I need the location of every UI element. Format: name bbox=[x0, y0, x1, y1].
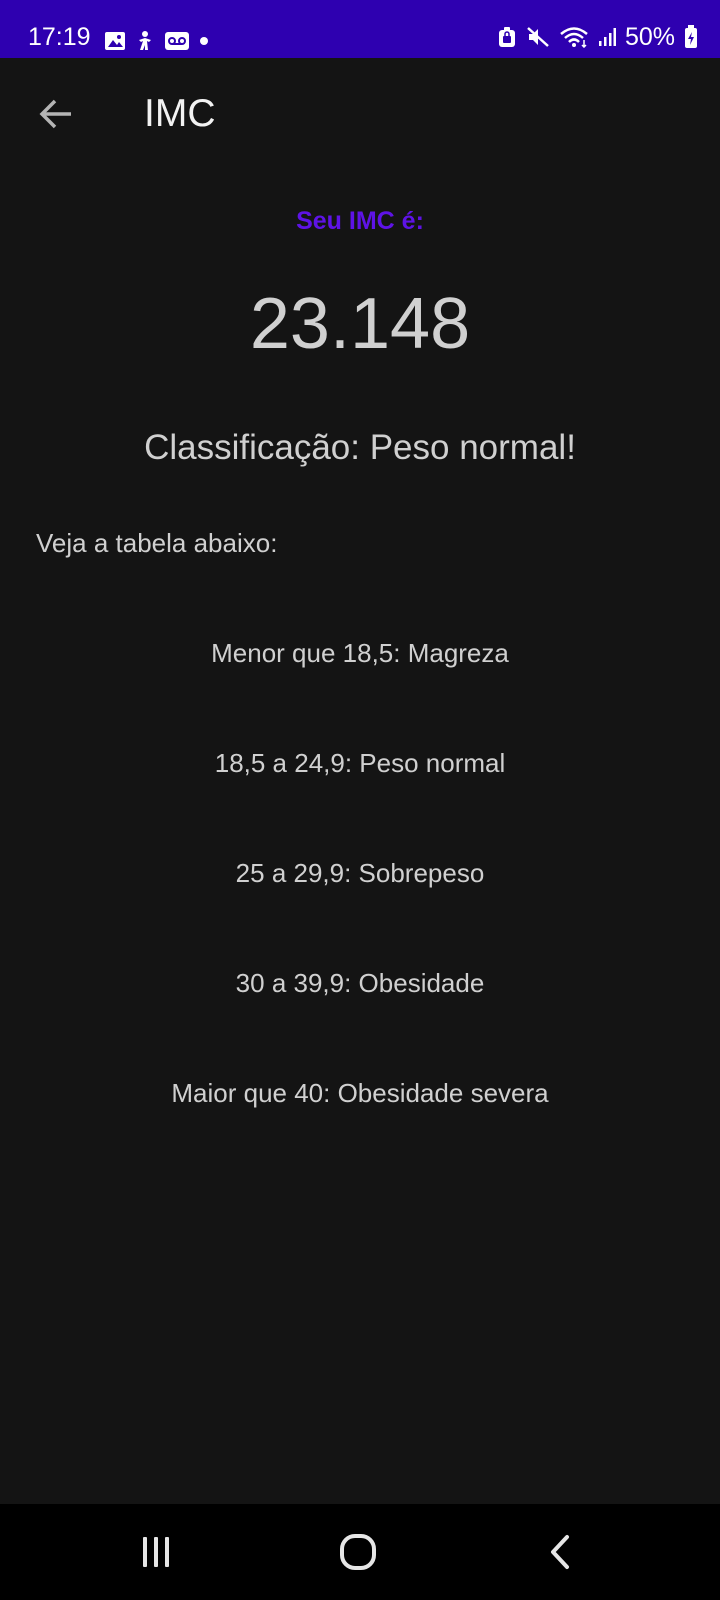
table-row: 25 a 29,9: Sobrepeso bbox=[235, 858, 485, 888]
page-title: IMC bbox=[144, 92, 216, 135]
recents-button[interactable] bbox=[126, 1524, 186, 1580]
app-bar: IMC bbox=[0, 58, 720, 172]
classification-text: Classificação: Peso normal! bbox=[144, 428, 576, 467]
imc-label: Seu IMC é: bbox=[296, 207, 424, 235]
image-icon bbox=[104, 31, 126, 51]
voicemail-icon bbox=[164, 31, 190, 51]
imc-result-screen: 17:19 50% IMC Seu IMC é: 23.148 Classifi… bbox=[0, 0, 720, 1600]
status-notification-icons bbox=[104, 28, 209, 54]
recents-icon bbox=[138, 1535, 174, 1569]
home-button[interactable] bbox=[328, 1524, 388, 1580]
table-row: Maior que 40: Obesidade severa bbox=[171, 1078, 549, 1108]
status-system-icons: 50% bbox=[497, 22, 698, 52]
battery-percentage: 50% bbox=[624, 23, 675, 51]
system-navigation-bar bbox=[0, 1504, 720, 1600]
table-row: 18,5 a 24,9: Peso normal bbox=[214, 748, 506, 778]
mute-icon bbox=[526, 26, 550, 48]
battery-icon bbox=[684, 25, 698, 49]
signal-icon bbox=[598, 27, 616, 47]
arrow-back-icon bbox=[38, 96, 74, 132]
imc-value: 23.148 bbox=[249, 284, 471, 364]
notification-dot-icon bbox=[199, 36, 209, 46]
back-button[interactable] bbox=[28, 86, 84, 142]
table-row: Menor que 18,5: Magreza bbox=[211, 638, 509, 668]
table-intro: Veja a tabela abaixo: bbox=[36, 528, 278, 558]
status-time: 17:19 bbox=[28, 23, 91, 51]
lock-battery-icon bbox=[497, 26, 517, 48]
status-bar: 17:19 50% bbox=[0, 0, 720, 58]
accessibility-icon bbox=[135, 30, 155, 52]
table-row: 30 a 39,9: Obesidade bbox=[235, 968, 485, 998]
system-back-button[interactable] bbox=[530, 1524, 590, 1580]
back-icon bbox=[545, 1534, 575, 1570]
home-icon bbox=[338, 1532, 378, 1572]
wifi-icon bbox=[559, 26, 589, 48]
